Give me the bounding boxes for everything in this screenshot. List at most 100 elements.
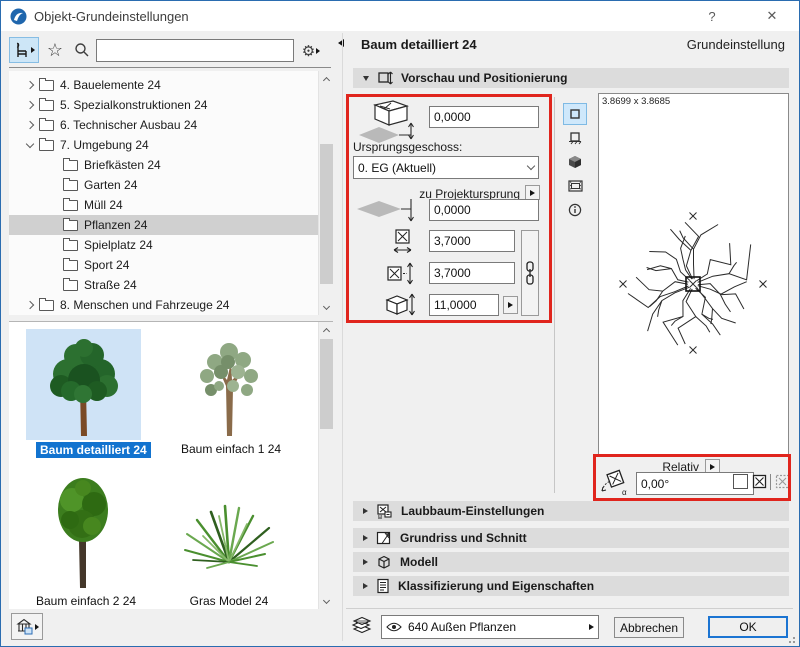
size-z-menu-button[interactable] xyxy=(503,296,518,314)
tree-item[interactable]: Garten 24 xyxy=(9,175,318,195)
collapse-panel-arrow[interactable] xyxy=(338,39,344,47)
tree-item-label: 7. Umgebung 24 xyxy=(60,138,149,152)
chevron-right-icon[interactable] xyxy=(26,121,34,129)
layer-name: 640 Außen Pflanzen xyxy=(408,620,583,634)
tree-item[interactable]: 6. Technischer Ausbau 24 xyxy=(9,115,318,135)
scroll-down-button[interactable] xyxy=(319,594,333,609)
mirror-checkbox[interactable] xyxy=(733,474,748,489)
search-button[interactable] xyxy=(71,39,93,61)
detailed-tree-image xyxy=(34,336,134,440)
thumbnail-baum-detailliert[interactable] xyxy=(26,329,141,440)
chevron-right-icon[interactable] xyxy=(26,301,34,309)
tree-item[interactable]: 7. Umgebung 24 xyxy=(9,135,318,155)
floorplan-section-icon xyxy=(376,530,392,546)
thumbnail-scrollbar[interactable] xyxy=(318,322,333,609)
flyout-arrow-icon xyxy=(710,464,715,470)
rotation-angle-icon: α xyxy=(598,467,630,497)
scroll-down-button[interactable] xyxy=(319,300,333,315)
settings-menu-button[interactable]: ⚙ xyxy=(297,38,325,63)
thumbnail-label[interactable]: Baum einfach 2 24 xyxy=(36,594,132,608)
section-header-klassifizierung[interactable]: Klassifizierung und Eigenschaften xyxy=(353,576,789,596)
preview-elevation-button[interactable] xyxy=(563,127,587,149)
hotspot-ghost-toggle-icon[interactable] xyxy=(775,474,790,489)
hotspot-toggle-icon[interactable] xyxy=(752,474,767,489)
tree-item-selected[interactable]: Pflanzen 24 xyxy=(9,215,318,235)
ok-button[interactable]: OK xyxy=(708,616,788,638)
elevation-to-story-field[interactable] xyxy=(429,106,539,128)
thumbnail-gras-model[interactable] xyxy=(171,470,286,592)
tree-item[interactable]: Briefkästen 24 xyxy=(9,155,318,175)
section-header-grundriss[interactable]: Grundriss und Schnitt xyxy=(353,528,789,548)
tree-item-label: Pflanzen 24 xyxy=(84,218,147,232)
tree-plan-symbol xyxy=(599,94,788,455)
size-x-icon xyxy=(391,229,415,255)
close-button[interactable]: ✕ xyxy=(757,4,787,28)
to-project-origin-menu-button[interactable] xyxy=(525,185,540,200)
section-header-laubbaum[interactable]: Laubbaum-Einstellungen xyxy=(353,501,789,521)
size-z-field[interactable] xyxy=(429,294,499,316)
preview-3d-button[interactable] xyxy=(563,151,587,173)
tree-item[interactable]: Spielplatz 24 xyxy=(9,235,318,255)
preview-2d-symbol-button[interactable] xyxy=(563,103,587,125)
preview-positioning-icon xyxy=(377,70,393,86)
resize-grip[interactable] xyxy=(786,634,796,644)
chevron-right-icon[interactable] xyxy=(26,101,34,109)
preview-info-button[interactable] xyxy=(563,199,587,221)
tree-scrollbar[interactable] xyxy=(318,71,333,315)
star-icon: ☆ xyxy=(47,40,63,61)
section-header-modell[interactable]: Modell xyxy=(353,552,789,572)
search-input[interactable] xyxy=(96,39,294,62)
layer-select[interactable]: 640 Außen Pflanzen xyxy=(381,615,599,639)
tree-item[interactable]: 4. Bauelemente 24 xyxy=(9,75,318,95)
chevron-down-icon[interactable] xyxy=(26,139,34,147)
thumbnail-baum-einfach-2[interactable] xyxy=(26,470,141,592)
tree-item-label: 4. Bauelemente 24 xyxy=(60,78,161,92)
section-expanded-icon xyxy=(363,76,369,81)
origin-story-label: Ursprungsgeschoss: xyxy=(353,140,462,154)
flyout-arrow-icon xyxy=(316,48,320,54)
elevation-to-origin-field[interactable] xyxy=(429,199,539,221)
size-x-field[interactable] xyxy=(429,230,515,252)
chain-link-icon xyxy=(524,261,536,285)
flyout-arrow-icon xyxy=(31,47,35,53)
gear-icon: ⚙ xyxy=(302,42,315,60)
origin-story-select[interactable]: 0. EG (Aktuell) xyxy=(353,156,539,179)
scroll-up-button[interactable] xyxy=(319,71,333,86)
tree-item[interactable]: 8. Menschen und Fahrzeuge 24 xyxy=(9,295,318,315)
cancel-button[interactable]: Abbrechen xyxy=(614,617,684,638)
thumbnail-label-selected[interactable]: Baum detailliert 24 xyxy=(36,442,151,458)
thumbnail-baum-einfach-1[interactable] xyxy=(171,329,286,440)
scrollbar-thumb[interactable] xyxy=(320,339,333,429)
help-button[interactable]: ? xyxy=(697,4,727,28)
proportional-link-button[interactable] xyxy=(521,230,539,316)
thumbnail-label[interactable]: Gras Model 24 xyxy=(181,594,277,608)
scrollbar-thumb[interactable] xyxy=(320,144,333,284)
folder-icon xyxy=(39,300,54,311)
elevation-view-icon xyxy=(568,132,582,145)
object-preview[interactable]: 3.8699 x 3.8685 xyxy=(598,93,789,456)
panel-splitter[interactable] xyxy=(342,33,343,641)
object-type-button[interactable] xyxy=(9,37,39,63)
favorites-button[interactable]: ☆ xyxy=(43,38,67,62)
dropdown-chevron-icon xyxy=(527,162,535,170)
section-collapsed-icon xyxy=(363,583,368,589)
section-label: Vorschau und Positionierung xyxy=(401,71,567,85)
preview-animation-button[interactable] xyxy=(563,175,587,197)
library-manager-button[interactable] xyxy=(11,613,43,640)
tree-item[interactable]: Müll 24 xyxy=(9,195,318,215)
flyout-arrow-icon xyxy=(530,190,535,196)
object-settings-dialog: Objekt-Grundeinstellungen ? ✕ ☆ ⚙ 4. Bau… xyxy=(0,0,800,647)
size-y-field[interactable] xyxy=(429,262,515,284)
leaf-tree-settings-icon xyxy=(376,503,393,519)
tree-item[interactable]: Straße 24 xyxy=(9,275,318,295)
chevron-right-icon[interactable] xyxy=(26,81,34,89)
folder-icon xyxy=(39,100,54,111)
tree-item-label: Müll 24 xyxy=(84,198,123,212)
preview-dimensions: 3.8699 x 3.8685 xyxy=(602,96,670,107)
section-collapsed-icon xyxy=(363,508,368,514)
scroll-up-button[interactable] xyxy=(319,322,333,337)
thumbnail-label[interactable]: Baum einfach 1 24 xyxy=(181,442,277,456)
tree-item[interactable]: Sport 24 xyxy=(9,255,318,275)
section-header-preview-positioning[interactable]: Vorschau und Positionierung xyxy=(353,68,789,88)
tree-item[interactable]: 5. Spezialkonstruktionen 24 xyxy=(9,95,318,115)
